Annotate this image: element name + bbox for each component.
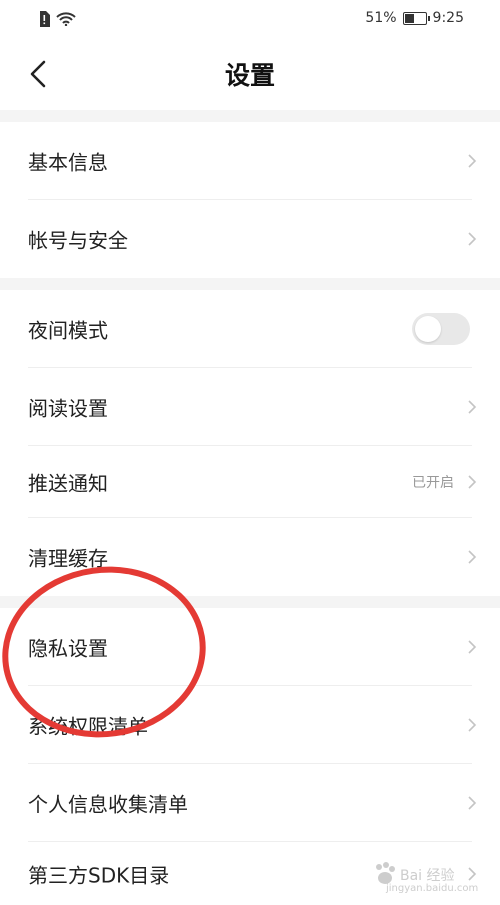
item-label: 阅读设置 — [28, 396, 108, 421]
section-gap — [0, 278, 500, 290]
push-status: 已开启 — [412, 475, 454, 491]
status-left-icons — [38, 11, 76, 27]
clock: 9:25 — [432, 10, 464, 26]
item-label: 推送通知 — [28, 471, 108, 496]
settings-item-clear-cache[interactable]: 清理缓存 — [0, 518, 500, 596]
settings-item-personal-info[interactable]: 个人信息收集清单 — [0, 764, 500, 842]
settings-item-night-mode: 夜间模式 — [0, 290, 500, 368]
chevron-right-icon — [468, 154, 477, 168]
item-label: 个人信息收集清单 — [28, 792, 188, 817]
item-label: 夜间模式 — [28, 318, 108, 343]
item-label: 第三方SDK目录 — [28, 863, 170, 887]
settings-item-permissions[interactable]: 系统权限清单 — [0, 686, 500, 764]
wifi-icon — [56, 12, 76, 26]
settings-item-reading[interactable]: 阅读设置 — [0, 368, 500, 446]
night-mode-toggle[interactable] — [412, 313, 470, 345]
settings-item-privacy[interactable]: 隐私设置 — [0, 608, 500, 686]
battery-icon — [402, 11, 430, 25]
nav-bar: 设置 — [0, 38, 500, 110]
page-title: 设置 — [224, 61, 275, 90]
watermark: Bai 经验 jingyan.baidu.com — [372, 859, 492, 899]
section-gap — [0, 596, 500, 608]
chevron-right-icon — [468, 400, 477, 414]
section-gap — [0, 110, 500, 122]
chevron-right-icon — [468, 550, 477, 564]
status-bar: 51% 9:25 — [0, 0, 500, 38]
battery-percent: 51% — [365, 10, 397, 26]
settings-item-basic-info[interactable]: 基本信息 — [0, 122, 500, 200]
item-label: 隐私设置 — [28, 636, 108, 661]
chevron-right-icon — [468, 475, 477, 489]
watermark-url: jingyan.baidu.com — [386, 883, 479, 894]
item-label: 清理缓存 — [28, 546, 108, 571]
alert-sim-icon — [40, 11, 50, 27]
chevron-right-icon — [468, 640, 477, 654]
chevron-right-icon — [468, 796, 477, 810]
item-label: 系统权限清单 — [28, 714, 148, 739]
chevron-right-icon — [468, 232, 477, 246]
settings-item-push[interactable]: 推送通知 已开启 — [0, 446, 500, 518]
battery-level — [404, 13, 414, 23]
status-right-info: 51% 9:25 — [365, 10, 464, 26]
item-label: 基本信息 — [28, 150, 108, 175]
chevron-right-icon — [468, 718, 477, 732]
settings-item-account-security[interactable]: 帐号与安全 — [0, 200, 500, 278]
item-label: 帐号与安全 — [28, 228, 128, 253]
toggle-knob — [415, 316, 441, 342]
watermark-text: Bai 经验 — [400, 868, 455, 884]
